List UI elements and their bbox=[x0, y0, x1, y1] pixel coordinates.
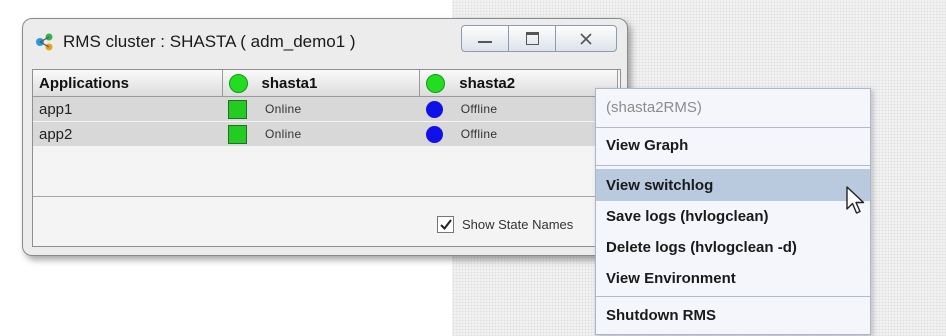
menu-separator bbox=[596, 165, 870, 166]
node-name: shasta1 bbox=[261, 74, 318, 92]
status-text: Online bbox=[265, 127, 302, 141]
node-status-icon bbox=[228, 73, 248, 93]
menu-item-shutdown-rms[interactable]: Shutdown RMS bbox=[596, 299, 870, 331]
column-header-shasta2[interactable]: shasta2 bbox=[419, 70, 618, 97]
status-text: Online bbox=[265, 102, 302, 116]
table-row[interactable]: app1 Online Offline bbox=[33, 96, 618, 122]
offline-status-icon bbox=[425, 100, 443, 118]
window-title: RMS cluster : SHASTA ( adm_demo1 ) bbox=[63, 32, 356, 51]
title-bar[interactable]: RMS cluster : SHASTA ( adm_demo1 ) bbox=[23, 19, 627, 67]
menu-header: (shasta2RMS) bbox=[606, 98, 702, 116]
online-status-icon bbox=[228, 99, 247, 119]
column-header-shasta1[interactable]: shasta1 bbox=[222, 70, 421, 97]
status-cell[interactable]: Online bbox=[222, 96, 420, 122]
node-status-icon bbox=[426, 73, 446, 93]
close-button[interactable] bbox=[556, 25, 617, 52]
close-icon bbox=[580, 32, 592, 45]
status-cell[interactable]: Online bbox=[222, 121, 420, 147]
table-row[interactable]: app2 Online Offline bbox=[33, 121, 618, 147]
status-cell[interactable]: Offline bbox=[419, 96, 618, 122]
online-status-icon bbox=[228, 124, 247, 144]
window-controls bbox=[461, 25, 617, 52]
minimize-button[interactable] bbox=[461, 25, 509, 52]
checkbox-check-icon bbox=[439, 219, 452, 230]
show-state-label: Show State Names bbox=[462, 217, 574, 232]
maximize-icon bbox=[525, 32, 539, 45]
menu-item-view-environment[interactable]: View Environment bbox=[596, 262, 870, 294]
applications-table: Applications shasta1 shasta2 app1 Online… bbox=[33, 70, 618, 147]
mouse-pointer-icon bbox=[846, 186, 865, 214]
menu-separator bbox=[596, 296, 870, 297]
offline-status-icon bbox=[425, 125, 443, 143]
menu-item-view-graph[interactable]: View Graph bbox=[596, 129, 870, 161]
show-state-checkbox[interactable] bbox=[437, 216, 454, 233]
status-cell[interactable]: Offline bbox=[419, 121, 618, 147]
status-text: Offline bbox=[460, 102, 498, 116]
context-menu: (shasta2RMS) View Graph View switchlog S… bbox=[595, 88, 871, 335]
column-header-applications[interactable]: Applications bbox=[33, 70, 223, 97]
applications-panel: Applications shasta1 shasta2 app1 Online… bbox=[32, 69, 621, 247]
menu-item-delete-logs[interactable]: Delete logs (hvlogclean -d) bbox=[596, 231, 870, 263]
status-text: Offline bbox=[460, 127, 498, 141]
rms-cluster-window: RMS cluster : SHASTA ( adm_demo1 ) Appli… bbox=[22, 18, 628, 256]
cluster-icon bbox=[36, 33, 53, 51]
menu-separator bbox=[596, 127, 870, 128]
app-name[interactable]: app2 bbox=[33, 121, 222, 147]
node-name: shasta2 bbox=[459, 74, 516, 92]
app-name[interactable]: app1 bbox=[33, 96, 222, 122]
menu-item-view-switchlog[interactable]: View switchlog bbox=[596, 169, 870, 201]
panel-divider bbox=[33, 196, 618, 197]
column-label: Applications bbox=[39, 74, 130, 92]
menu-item-save-logs[interactable]: Save logs (hvlogclean) bbox=[596, 200, 870, 232]
show-state-names-toggle[interactable]: Show State Names bbox=[437, 216, 573, 233]
maximize-button[interactable] bbox=[509, 25, 556, 52]
minimize-icon bbox=[478, 40, 492, 43]
